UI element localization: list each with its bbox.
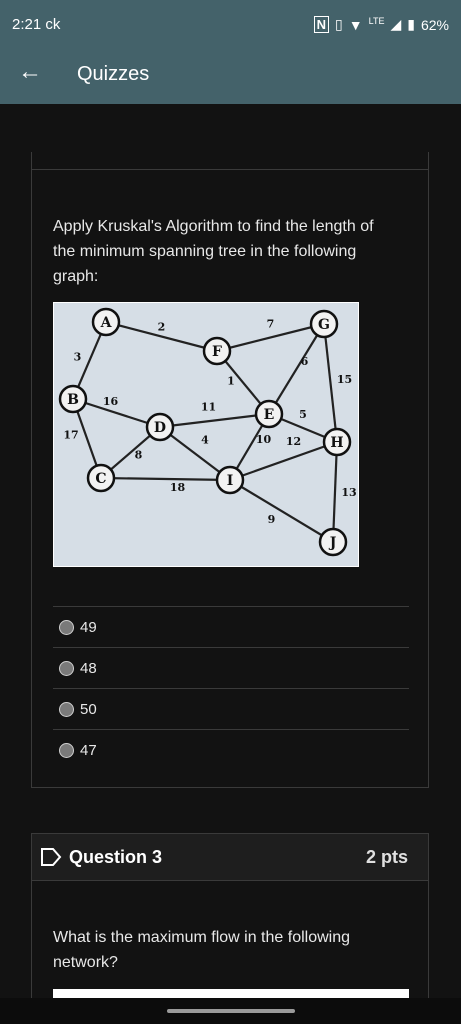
answer-label: 47 [80, 741, 97, 759]
status-bar: 2:21 ck N ▯ ▼ LTE ◢ ▮ 62% [0, 0, 461, 44]
page-title: Quizzes [77, 63, 150, 85]
edge-weight-label: 11 [201, 401, 216, 414]
radio-button[interactable] [59, 619, 74, 635]
graph-node-label: J [328, 535, 337, 551]
answer-label: 49 [80, 618, 97, 636]
flag-question-icon[interactable] [40, 847, 62, 867]
vibrate-icon: ▯ [335, 16, 343, 32]
graph-node-label: B [67, 392, 79, 408]
status-time: 2:21 ck [12, 16, 61, 33]
edge-weight-label: 6 [301, 355, 309, 368]
answer-option[interactable]: 50 [53, 688, 409, 729]
edge-weight-label: 5 [299, 408, 307, 421]
graph-node-label: I [227, 473, 234, 489]
question-3-header: Question 3 2 pts [31, 833, 429, 881]
edge-weight-label: 1 [227, 375, 235, 388]
edge-weight-label: 9 [268, 513, 276, 526]
edge-weight-label: 2 [158, 321, 166, 334]
graph-node-label: A [100, 315, 113, 331]
answer-list: 49 48 50 47 [53, 606, 409, 770]
app-bar: ← Quizzes [0, 44, 461, 104]
radio-button[interactable] [59, 742, 74, 758]
edge-weight-label: 17 [63, 429, 78, 442]
graph-node-label: H [330, 435, 343, 451]
answer-option[interactable]: 49 [53, 606, 409, 647]
graph-image: 23716151617114818510 12913 ABCDFGEHIJ [53, 302, 359, 567]
question-header-stub [31, 152, 429, 170]
question-points: 2 pts [365, 847, 408, 867]
edge-weight-label: 4 [201, 434, 209, 447]
question-text: Apply Kruskal's Algorithm to find the le… [53, 218, 374, 285]
answer-label: 50 [80, 700, 97, 718]
question-3-text: What is the maximum flow in the followin… [53, 929, 350, 971]
battery-level: 62% [420, 16, 449, 33]
edge-weight-label: 8 [135, 449, 143, 462]
home-gesture-handle[interactable] [167, 1009, 295, 1013]
graph-node-label: D [154, 420, 166, 436]
edge-weight-label: 12 [286, 435, 301, 448]
answer-option[interactable]: 47 [53, 729, 409, 770]
nfc-icon: N [313, 16, 330, 33]
radio-button[interactable] [59, 701, 74, 717]
graph-node-label: F [212, 344, 222, 360]
signal-icon: ◢ [390, 16, 402, 32]
network-label: LTE [368, 15, 385, 26]
question-card: Apply Kruskal's Algorithm to find the le… [31, 170, 429, 788]
edge-weight-label: 18 [170, 481, 186, 494]
wifi-icon: ▼ [348, 16, 363, 33]
edge-weight-label: 13 [341, 486, 356, 499]
edge-weight-label: 15 [337, 373, 352, 386]
navigation-bar [0, 998, 461, 1024]
back-arrow-icon[interactable]: ← [18, 60, 42, 84]
status-icons: N ▯ ▼ LTE ◢ ▮ 62% [313, 15, 449, 33]
answer-label: 48 [80, 659, 97, 677]
edge-weight-label: 7 [267, 318, 275, 331]
radio-button[interactable] [59, 660, 74, 676]
edge-weight-label: 10 [256, 433, 272, 446]
edge-weight-label: 16 [103, 395, 119, 408]
battery-icon: ▮ [407, 16, 415, 32]
graph-node-label: G [318, 317, 330, 333]
answer-option[interactable]: 48 [53, 647, 409, 688]
question-title: Question 3 [69, 847, 163, 867]
graph-node-label: E [264, 407, 275, 423]
graph-node-label: C [95, 471, 106, 487]
edge-weight-label: 3 [74, 351, 82, 364]
